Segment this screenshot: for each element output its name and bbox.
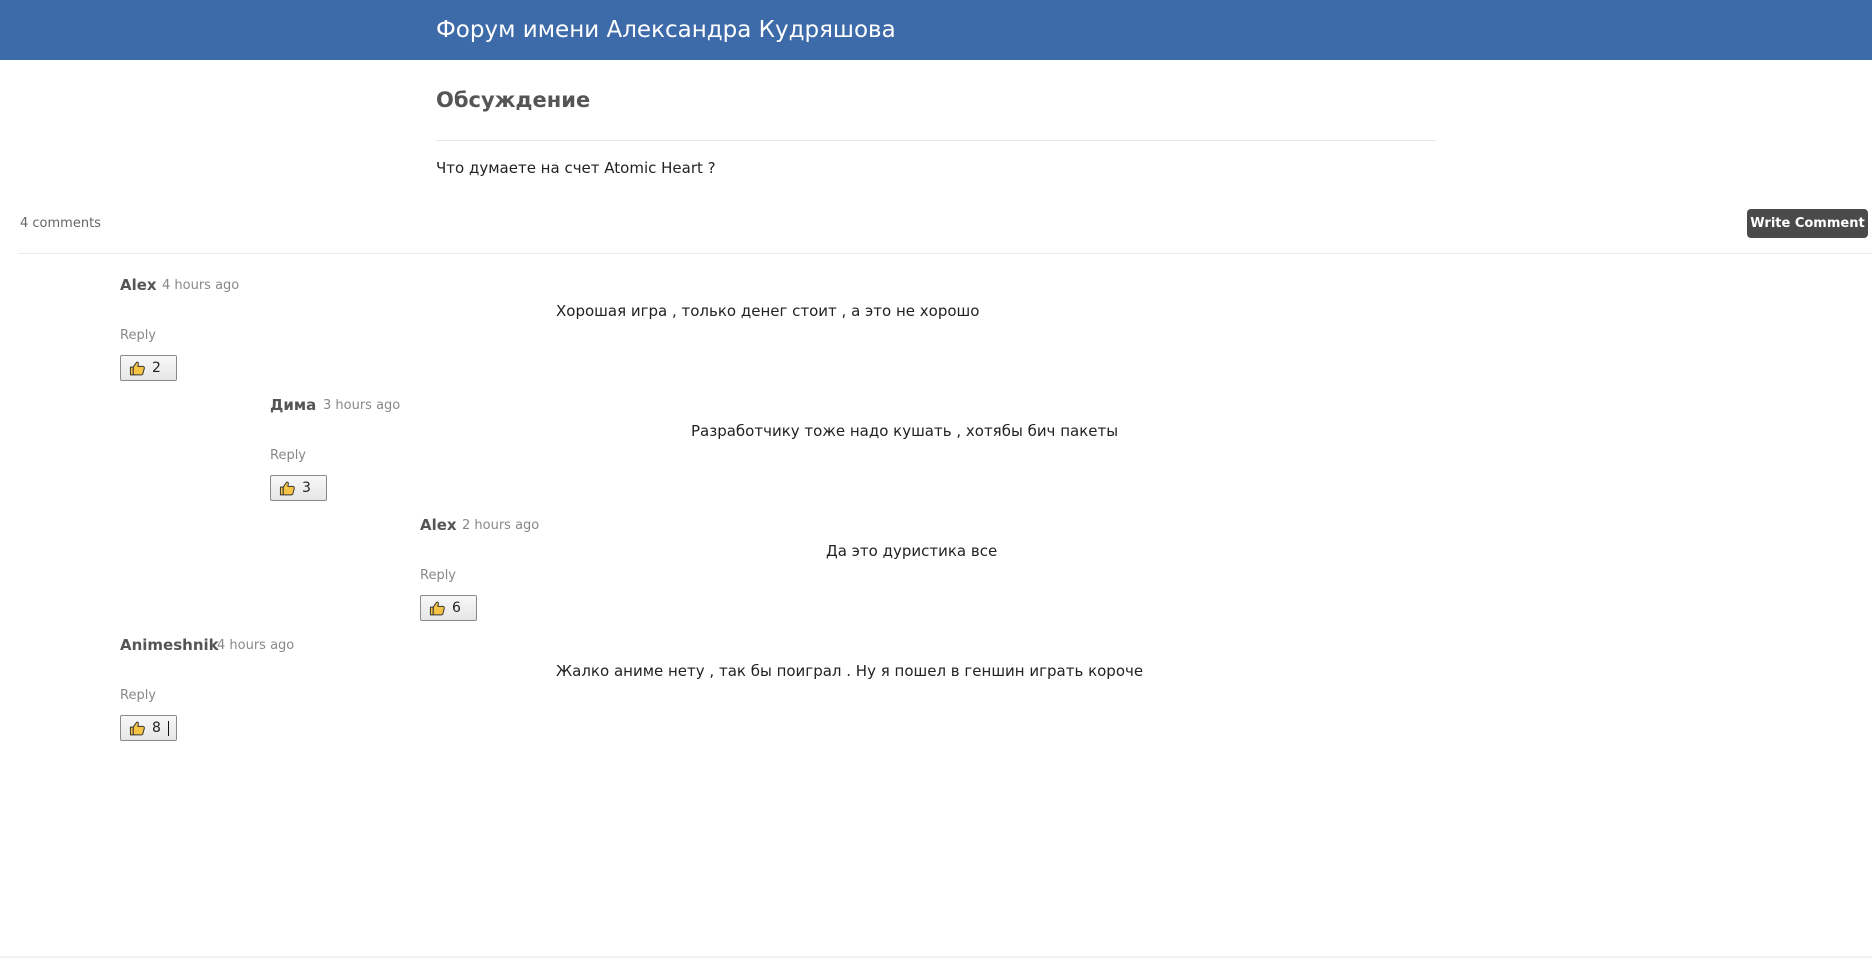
like-button[interactable]: 6 bbox=[420, 595, 477, 621]
top-navbar: Форум имени Александра Кудряшова bbox=[0, 0, 1872, 60]
comment-text: Хорошая игра , только денег стоит , а эт… bbox=[556, 302, 980, 320]
comments-divider bbox=[18, 253, 1872, 254]
reply-link[interactable]: Reply bbox=[420, 568, 456, 583]
topic-heading: Обсуждение bbox=[436, 88, 591, 112]
thumbs-up-icon bbox=[129, 721, 145, 736]
comment-text: Разработчику тоже надо кушать , хотябы б… bbox=[691, 422, 1119, 440]
like-button[interactable]: 3 bbox=[270, 475, 327, 501]
reply-link[interactable]: Reply bbox=[120, 328, 156, 343]
like-count: 8 bbox=[152, 720, 161, 736]
comments-count: 4 comments bbox=[20, 216, 101, 231]
comment-text: Да это дуристика все bbox=[826, 542, 998, 560]
topic-divider bbox=[436, 140, 1436, 141]
comment-author[interactable]: Alex bbox=[120, 276, 157, 294]
comment-reply: Alex 2 hours ago Да это дуристика все Re… bbox=[420, 516, 1620, 626]
comment-time: 4 hours ago bbox=[217, 638, 295, 653]
comment-reply: Дима 3 hours ago Разработчику тоже надо … bbox=[270, 396, 1470, 506]
thumbs-up-icon bbox=[429, 601, 445, 616]
text-cursor bbox=[168, 721, 169, 736]
thumbs-up-icon bbox=[129, 361, 145, 376]
like-count: 3 bbox=[302, 480, 311, 496]
comment-author[interactable]: Alex bbox=[420, 516, 457, 534]
comment-text: Жалко аниме нету , так бы поиграл . Ну я… bbox=[556, 662, 1144, 680]
thumbs-up-icon bbox=[279, 481, 295, 496]
write-comment-button[interactable]: Write Comment bbox=[1747, 209, 1868, 238]
comment-author[interactable]: Дима bbox=[270, 396, 316, 414]
reply-link[interactable]: Reply bbox=[270, 448, 306, 463]
like-button[interactable]: 8 bbox=[120, 715, 177, 741]
comment-time: 2 hours ago bbox=[462, 518, 540, 533]
comment-time: 4 hours ago bbox=[162, 278, 240, 293]
comment: Alex 4 hours ago Хорошая игра , только д… bbox=[120, 276, 1320, 386]
like-count: 6 bbox=[452, 600, 461, 616]
like-button[interactable]: 2 bbox=[120, 355, 177, 381]
topic-question: Что думаете на счет Atomic Heart ? bbox=[436, 159, 716, 177]
like-count: 2 bbox=[152, 360, 161, 376]
comment: Animeshnik 4 hours ago Жалко аниме нету … bbox=[120, 636, 1320, 746]
comment-author[interactable]: Animeshnik bbox=[120, 636, 219, 654]
reply-link[interactable]: Reply bbox=[120, 688, 156, 703]
site-title[interactable]: Форум имени Александра Кудряшова bbox=[436, 17, 896, 43]
comment-time: 3 hours ago bbox=[323, 398, 401, 413]
